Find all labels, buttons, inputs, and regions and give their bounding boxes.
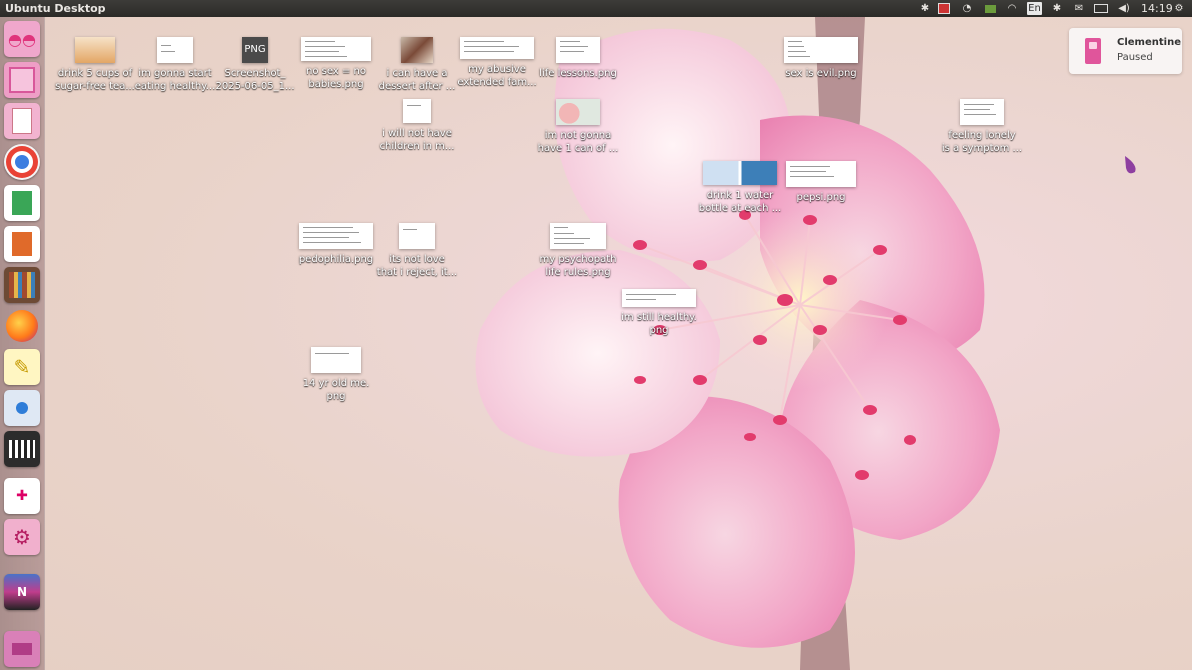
file-label: Screenshot_ 2025-06-05_1... [215, 68, 295, 92]
settings-gear-icon[interactable]: ⚙ [1172, 2, 1186, 15]
keyboard-layout-icon[interactable]: En [1027, 2, 1042, 15]
file-label: im not gonna have 1 can of ... [537, 130, 619, 154]
desktop-file-icon[interactable]: no sex = no babies.png [291, 37, 381, 91]
desktop-file-icon[interactable]: im not gonna have 1 can of ... [533, 99, 623, 155]
png-file-icon: PNG [242, 37, 268, 63]
screen-record-icon[interactable] [937, 2, 951, 15]
file-thumbnail [460, 37, 534, 59]
file-thumbnail [75, 37, 115, 63]
file-label: no sex = no babies.png [306, 66, 366, 90]
file-label: sex is evil.png [785, 68, 857, 79]
file-thumbnail [703, 161, 777, 185]
file-thumbnail [157, 37, 193, 63]
video-editor-icon[interactable] [4, 431, 40, 467]
desktop-file-icon[interactable]: drink 1 water bottle at each ... [695, 161, 785, 215]
file-label: im still healthy. png [621, 312, 697, 336]
glasses-app-icon[interactable]: ◓◓ [4, 21, 40, 57]
desktop-file-icon[interactable]: pedophilia.png [291, 223, 381, 266]
file-label: my abusive extended fam... [457, 64, 537, 88]
file-thumbnail [556, 99, 600, 125]
file-label: pepsi.png [796, 192, 846, 203]
clementine-icon [1085, 38, 1101, 64]
file-thumbnail [403, 99, 431, 123]
desktop-file-icon[interactable]: im gonna start eating healthy... [130, 37, 220, 93]
file-thumbnail [401, 37, 433, 63]
file-thumbnail [550, 223, 606, 249]
file-thumbnail [311, 347, 361, 373]
battery-app-icon[interactable] [983, 2, 997, 15]
desktop-file-icon[interactable]: life lessons.png [533, 37, 623, 80]
desktop-file-icon[interactable]: i will not have children in m... [372, 99, 462, 153]
file-label: 14 yr old me. png [302, 378, 370, 402]
desktop-file-icon[interactable]: sex is evil.png [776, 37, 866, 80]
launcher: ◓◓ ✎ ✚ ⚙ N [0, 17, 45, 670]
disk-utility-icon[interactable] [4, 390, 40, 426]
desktop-file-icon[interactable]: pepsi.png [776, 161, 866, 204]
volume-icon[interactable]: ◀) [1117, 2, 1131, 15]
file-thumbnail [399, 223, 435, 249]
file-label: my psychopath life rules.png [539, 254, 617, 278]
trash-icon[interactable] [4, 631, 40, 667]
settings-pink-icon[interactable]: ⚙ [4, 519, 40, 555]
file-label: feeling lonely is a symptom ... [941, 130, 1023, 154]
notification-body: Paused [1117, 52, 1153, 63]
file-label: drink 1 water bottle at each ... [698, 190, 782, 214]
desktop-file-icon[interactable]: PNG Screenshot_ 2025-06-05_1... [210, 37, 300, 93]
clock[interactable]: 14:19 [1141, 0, 1173, 17]
desktop-file-icon[interactable]: 14 yr old me. png [291, 347, 381, 403]
desktop-file-icon[interactable]: drink 5 cups of sugar-free tea... [50, 37, 140, 93]
mail-icon[interactable]: ✉ [1072, 2, 1086, 15]
file-thumbnail [622, 289, 696, 307]
file-label: i can have a dessert after ... [378, 68, 456, 92]
notification-bubble: Clementine Paused [1069, 28, 1182, 74]
network-wifi-icon[interactable]: ◔ [960, 2, 974, 15]
text-editor-pink-icon[interactable] [4, 103, 40, 139]
pink-archive-icon[interactable] [4, 62, 40, 98]
bluetooth-off-icon[interactable]: ✱ [1050, 2, 1064, 15]
file-thumbnail [556, 37, 600, 63]
file-label: life lessons.png [539, 68, 617, 79]
desktop-file-icon[interactable]: its not love that i reject, it... [372, 223, 462, 279]
wifi-icon[interactable]: ◠ [1005, 2, 1019, 15]
presentation-icon[interactable] [4, 226, 40, 262]
desktop-file-icon[interactable]: i can have a dessert after ... [372, 37, 462, 93]
file-thumbnail [786, 161, 856, 187]
firefox-icon[interactable] [4, 308, 40, 344]
desktop-file-icon[interactable]: my psychopath life rules.png [533, 223, 623, 279]
file-thumbnail [299, 223, 373, 249]
file-label: drink 5 cups of sugar-free tea... [55, 68, 135, 92]
spreadsheet-icon[interactable] [4, 185, 40, 221]
desktop-file-icon[interactable]: my abusive extended fam... [452, 37, 542, 89]
file-label: pedophilia.png [298, 254, 374, 265]
file-thumbnail [784, 37, 858, 63]
file-thumbnail [301, 37, 371, 61]
top-panel: Ubuntu Desktop ✱ ◔ ◠ En ✱ ✉ ◀) 14:19 ⚙ [0, 0, 1192, 17]
file-label: its not love that i reject, it... [376, 254, 458, 278]
library-icon[interactable] [4, 267, 40, 303]
file-label: im gonna start eating healthy... [134, 68, 216, 92]
chrome-icon[interactable] [4, 144, 40, 180]
notes-icon[interactable]: ✎ [4, 349, 40, 385]
desktop-file-icon[interactable]: im still healthy. png [614, 289, 704, 337]
file-thumbnail [960, 99, 1004, 125]
games-icon[interactable]: ✚ [4, 478, 40, 514]
bluetooth-icon[interactable]: ✱ [918, 2, 932, 15]
file-label: i will not have children in m... [379, 128, 455, 152]
window-title: Ubuntu Desktop [5, 2, 106, 15]
stacked-apps-icon[interactable]: N [4, 574, 40, 610]
notification-title: Clementine [1117, 37, 1181, 48]
desktop-file-icon[interactable]: feeling lonely is a symptom ... [937, 99, 1027, 155]
battery-icon[interactable] [1094, 2, 1108, 15]
